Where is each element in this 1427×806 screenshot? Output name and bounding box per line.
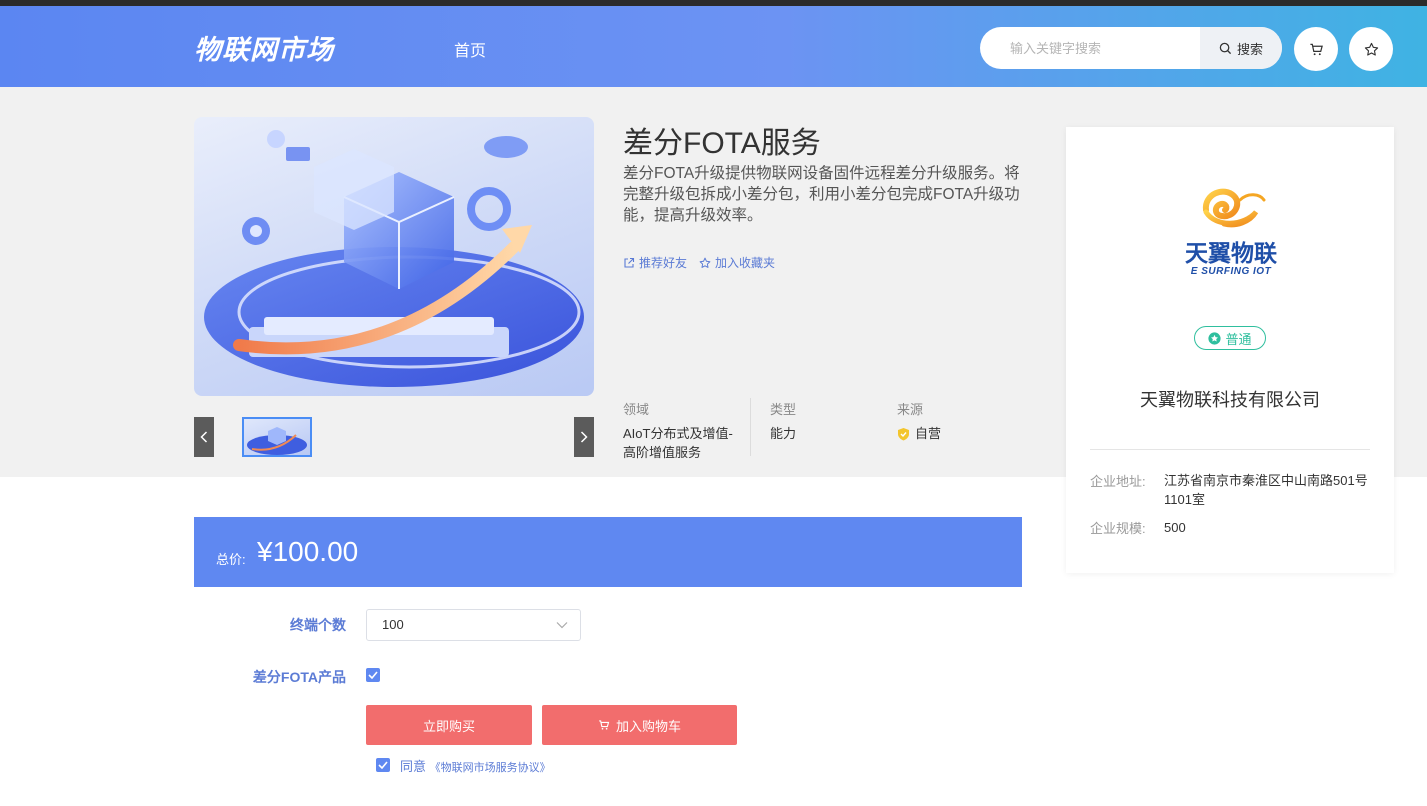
total-price-bar: 总价: ¥100.00 [194, 517, 1022, 587]
check-icon [378, 761, 388, 769]
fota-product-checkbox[interactable] [366, 668, 380, 682]
vendor-card: 天翼物联 E SURFING IOT 普通 天翼物联科技有限公司 企业地址: 江… [1066, 127, 1394, 573]
esurfing-swirl-icon [1202, 188, 1266, 228]
vendor-level-badge: 普通 [1194, 326, 1266, 350]
vendor-divider [1090, 449, 1370, 450]
star-filled-icon [1208, 331, 1222, 345]
add-favorite-label: 加入收藏夹 [715, 256, 776, 270]
terminal-count-select[interactable]: 100 [366, 609, 581, 641]
search-button[interactable]: 搜索 [1200, 27, 1282, 69]
total-price-label: 总价: [216, 552, 246, 567]
star-icon [1364, 42, 1378, 56]
vendor-address-value: 江苏省南京市秦淮区中山南路501号1101室 [1164, 473, 1368, 507]
search-icon [1219, 42, 1232, 54]
meta-source-value: 自营 [915, 426, 942, 441]
thumbnail-prev-button[interactable] [194, 417, 214, 457]
header: 物联网市场 首页 搜索 [0, 6, 1427, 87]
vendor-scale-value: 500 [1164, 520, 1186, 535]
add-favorite-link[interactable]: 加入收藏夹 [699, 254, 775, 271]
search-button-label: 搜索 [1236, 41, 1263, 57]
vendor-scale-row: 企业规模: 500 [1090, 518, 1374, 537]
vendor-scale-label: 企业规模: [1090, 521, 1146, 536]
vendor-level-label: 普通 [1225, 331, 1252, 347]
meta-type-value: 能力 [770, 426, 797, 441]
meta-source-label: 来源 [897, 402, 924, 417]
star-outline-icon [699, 257, 711, 268]
favorites-button[interactable] [1349, 27, 1393, 71]
total-price-amount: ¥100.00 [257, 536, 359, 567]
agree-terms-checkbox[interactable] [376, 758, 390, 772]
search-input[interactable] [980, 27, 1200, 69]
agree-terms: 同意 《物联网市场服务协议》 [400, 756, 551, 775]
chevron-left-icon [200, 431, 208, 443]
site-logo[interactable]: 物联网市场 [194, 28, 334, 67]
product-illustration [204, 130, 584, 387]
thumbnail-next-button[interactable] [574, 417, 594, 457]
product-title: 差分FOTA服务 [623, 127, 821, 160]
buy-now-button[interactable]: 立即购买 [366, 705, 532, 745]
product-main-image [194, 117, 594, 396]
nav-home-link[interactable]: 首页 [454, 37, 486, 61]
meta-domain-value: AIoT分布式及增值-高阶增值服务 [623, 426, 733, 460]
vendor-logo-cn: 天翼物联 [1185, 240, 1277, 266]
cart-icon [599, 720, 610, 730]
vendor-logo-en: E SURFING IOT [1190, 266, 1272, 277]
share-icon [624, 257, 635, 268]
vendor-address-label: 企业地址: [1090, 474, 1146, 489]
chevron-down-icon [556, 622, 568, 629]
add-to-cart-label: 加入购物车 [615, 718, 681, 734]
fota-product-label: 差分FOTA产品 [252, 669, 346, 685]
vendor-company-name: 天翼物联科技有限公司 [1140, 390, 1320, 410]
vendor-logo: 天翼物联 E SURFING IOT [1176, 182, 1286, 277]
meta-type: 类型 能力 [770, 399, 796, 443]
thumbnail-image[interactable] [242, 417, 312, 457]
terminal-count-label: 终端个数 [290, 617, 346, 633]
meta-domain: 领域 AIoT分布式及增值-高阶增值服务 [623, 399, 745, 462]
cart-button[interactable] [1294, 27, 1338, 71]
service-agreement-link[interactable]: 《物联网市场服务协议》 [430, 762, 551, 774]
buy-now-label: 立即购买 [422, 718, 475, 734]
product-description: 差分FOTA升级提供物联网设备固件远程差分升级服务。将完整升级包拆成小差分包，利… [623, 165, 1020, 224]
verified-shield-icon [898, 427, 909, 440]
chevron-right-icon [580, 431, 588, 443]
cart-icon [1309, 43, 1323, 55]
recommend-friend-link[interactable]: 推荐好友 [623, 254, 687, 271]
product-actions: 推荐好友 加入收藏夹 [623, 254, 775, 271]
meta-source: 来源 自营 [897, 399, 941, 443]
vendor-address-row: 企业地址: 江苏省南京市秦淮区中山南路501号1101室 [1090, 471, 1374, 509]
meta-divider [750, 398, 751, 456]
recommend-friend-label: 推荐好友 [639, 256, 688, 270]
meta-type-label: 类型 [770, 402, 797, 417]
check-icon [368, 671, 378, 679]
terminal-count-value: 100 [382, 617, 404, 632]
thumbnail-illustration [247, 427, 307, 455]
agree-terms-text: 同意 [400, 759, 427, 774]
meta-source-row: 自营 [897, 424, 941, 443]
add-to-cart-button[interactable]: 加入购物车 [542, 705, 737, 745]
search-box: 搜索 [980, 27, 1282, 69]
meta-domain-label: 领域 [623, 402, 650, 417]
